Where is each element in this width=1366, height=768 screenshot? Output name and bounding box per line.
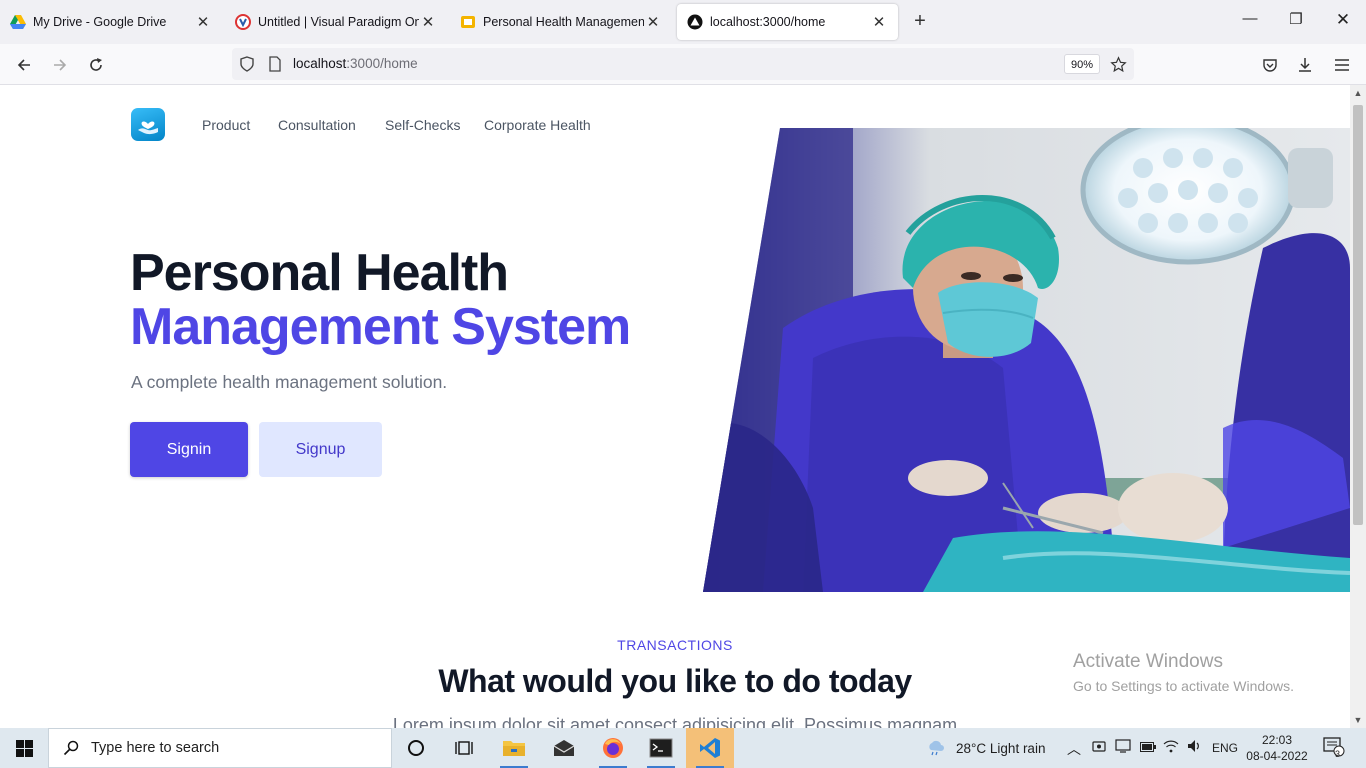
tab-visual-paradigm[interactable]: Untitled | Visual Paradigm Online ✕ [225, 4, 447, 40]
zoom-level[interactable]: 90% [1064, 54, 1101, 74]
firefox-icon [603, 738, 623, 758]
meet-now-icon[interactable] [1092, 739, 1106, 756]
site-logo[interactable] [131, 108, 165, 141]
task-view-icon [455, 741, 473, 755]
tab-title: Personal Health Management System [483, 15, 644, 29]
menu-button[interactable] [1330, 53, 1354, 77]
signin-button[interactable]: Signin [130, 422, 248, 477]
scrollbar-thumb[interactable] [1353, 105, 1363, 525]
hero-image [703, 128, 1350, 592]
activate-windows-watermark: Activate Windows Go to Settings to activ… [1073, 651, 1294, 694]
tab-health-slides[interactable]: Personal Health Management System ✕ [450, 4, 672, 40]
signup-button[interactable]: Signup [259, 422, 382, 477]
hero-subtitle: A complete health management solution. [131, 372, 448, 392]
new-tab-button[interactable]: + [908, 10, 932, 33]
cortana-circle-icon [408, 740, 424, 756]
battery-icon[interactable] [1140, 739, 1156, 755]
app-icon [687, 14, 703, 30]
bookmark-star-icon[interactable] [1109, 55, 1127, 73]
url-path: :3000/home [346, 56, 418, 71]
mail-button[interactable] [540, 728, 588, 768]
slides-icon [460, 14, 476, 30]
google-drive-icon [10, 14, 26, 30]
reload-icon [90, 58, 102, 71]
forward-button[interactable] [48, 53, 72, 77]
cortana-button[interactable] [392, 728, 440, 768]
system-clock[interactable]: 22:03 08-04-2022 [1246, 732, 1308, 764]
hero-title-line1: Personal Health [130, 244, 509, 302]
watermark-title: Activate Windows [1073, 651, 1223, 672]
page-info-icon[interactable] [266, 55, 284, 73]
tab-title: Untitled | Visual Paradigm Online [258, 15, 419, 29]
download-icon [1299, 58, 1311, 72]
nav-product[interactable]: Product [202, 117, 250, 133]
search-icon [63, 740, 79, 756]
close-tab-icon[interactable]: ✕ [419, 13, 437, 31]
windows-taskbar: Type here to search 28°C Light rain ︿ EN… [0, 728, 1366, 768]
url-text: localhost:3000/home [293, 56, 418, 71]
scroll-up-arrow-icon[interactable]: ▲ [1350, 85, 1366, 101]
browser-tab-bar: My Drive - Google Drive ✕ Untitled | Vis… [0, 0, 1366, 44]
back-button[interactable] [12, 53, 36, 77]
tab-title: localhost:3000/home [710, 15, 826, 29]
shield-icon[interactable] [238, 55, 256, 73]
notification-count: 3 [1335, 749, 1341, 759]
clock-time: 22:03 [1261, 733, 1293, 747]
notifications-icon[interactable] [1323, 737, 1345, 760]
language-indicator[interactable]: ENG [1212, 741, 1238, 755]
nav-self-checks[interactable]: Self-Checks [385, 117, 460, 133]
section-description: Lorem ipsum dolor sit amet consect adipi… [392, 715, 958, 728]
close-tab-icon[interactable]: ✕ [194, 13, 212, 31]
forward-arrow-icon [54, 59, 67, 71]
vscode-button[interactable] [686, 728, 734, 768]
address-bar[interactable]: localhost:3000/home 90% [232, 48, 1134, 80]
page-scrollbar[interactable]: ▲ ▼ [1350, 85, 1366, 728]
tab-google-drive[interactable]: My Drive - Google Drive ✕ [0, 4, 222, 40]
volume-icon[interactable] [1187, 739, 1203, 756]
vscode-icon [700, 738, 720, 758]
url-host: localhost [293, 56, 347, 71]
start-button[interactable] [0, 728, 48, 768]
display-icon[interactable] [1115, 739, 1131, 756]
close-tab-icon[interactable]: ✕ [644, 13, 662, 31]
minimize-window-button[interactable]: — [1235, 10, 1265, 27]
pocket-icon [1263, 59, 1277, 72]
folder-icon [503, 741, 525, 756]
terminal-button[interactable] [637, 728, 685, 768]
taskbar-search-box[interactable]: Type here to search [48, 728, 392, 768]
wifi-icon[interactable] [1163, 739, 1179, 756]
pocket-button[interactable] [1258, 53, 1282, 77]
tab-localhost[interactable]: localhost:3000/home ✕ [677, 4, 898, 40]
close-window-button[interactable]: ✕ [1328, 10, 1358, 30]
hamburger-menu-icon [1335, 59, 1349, 71]
watermark-subtitle: Go to Settings to activate Windows. [1073, 678, 1294, 694]
downloads-button[interactable] [1293, 53, 1317, 77]
restore-window-button[interactable]: ❐ [1281, 10, 1311, 28]
weather-text[interactable]: 28°C Light rain [956, 741, 1045, 756]
mail-icon [553, 740, 575, 756]
tab-title: My Drive - Google Drive [33, 15, 167, 29]
nav-consultation[interactable]: Consultation [278, 117, 356, 133]
terminal-icon [649, 738, 673, 758]
heart-hand-icon [138, 120, 158, 134]
page-viewport: Product Consultation Self-Checks Corpora… [0, 85, 1350, 728]
firefox-button[interactable] [589, 728, 637, 768]
chevron-up-icon[interactable]: ︿ [1067, 739, 1081, 759]
windows-logo-icon [15, 739, 33, 757]
reload-button[interactable] [84, 53, 108, 77]
nav-corporate-health[interactable]: Corporate Health [484, 117, 591, 133]
file-explorer-button[interactable] [490, 728, 538, 768]
task-view-button[interactable] [440, 728, 488, 768]
scroll-down-arrow-icon[interactable]: ▼ [1350, 712, 1366, 728]
clock-date: 08-04-2022 [1246, 749, 1308, 763]
browser-nav-bar: localhost:3000/home 90% [0, 44, 1366, 85]
visual-paradigm-icon [235, 14, 251, 30]
taskbar-search-placeholder: Type here to search [91, 740, 220, 756]
hero-title-line2: Management System [130, 298, 631, 356]
back-arrow-icon [17, 59, 30, 71]
weather-rain-icon[interactable] [926, 740, 946, 759]
close-tab-icon[interactable]: ✕ [870, 13, 888, 31]
